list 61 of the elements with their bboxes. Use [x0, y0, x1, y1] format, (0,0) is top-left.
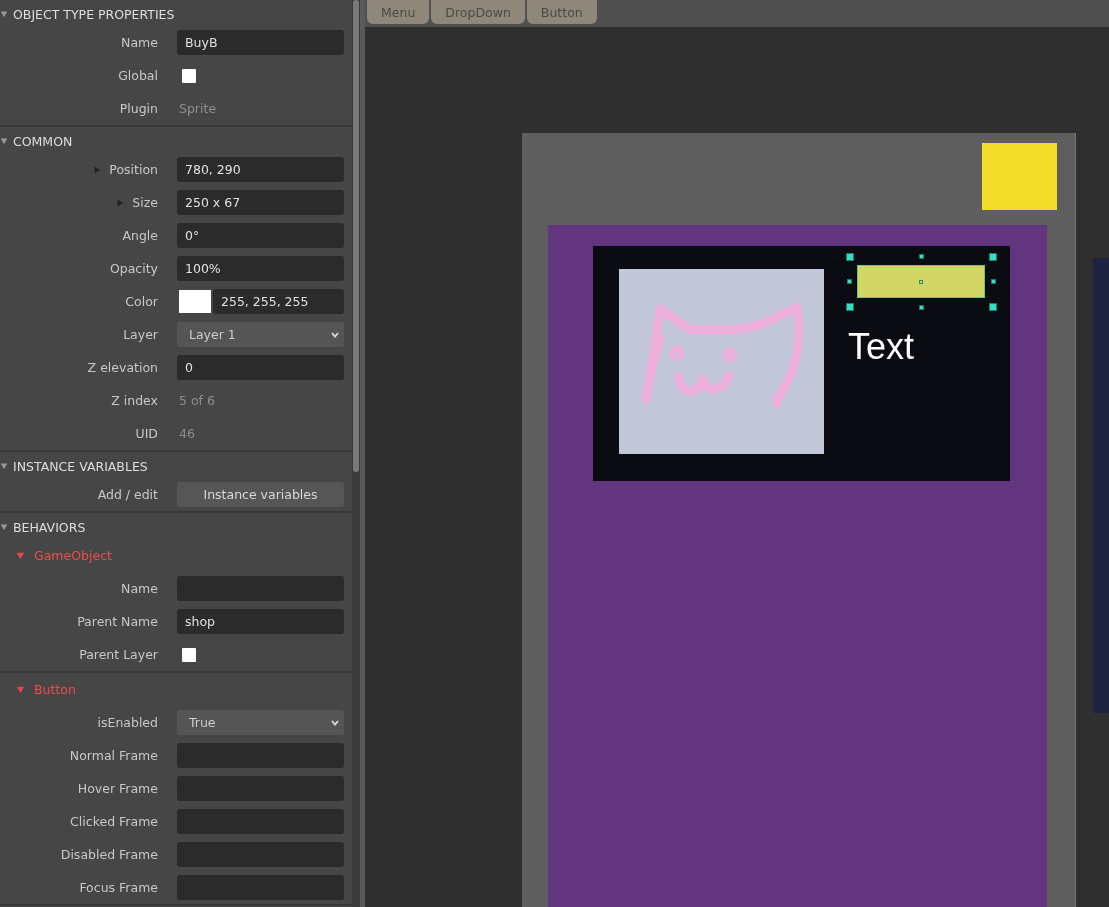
- color-swatch[interactable]: [179, 290, 211, 313]
- collapse-icon[interactable]: [16, 551, 25, 560]
- collapse-icon[interactable]: [0, 523, 8, 531]
- property-label: Add / edit: [97, 487, 158, 502]
- text-field[interactable]: [177, 776, 344, 801]
- text-field[interactable]: 250 x 67: [177, 190, 344, 215]
- property-label: Parent Name: [77, 614, 158, 629]
- text-field[interactable]: BuyB: [177, 30, 344, 55]
- section-header[interactable]: COMMON: [13, 133, 73, 149]
- property-label: Opacity: [109, 261, 158, 276]
- property-label: Parent Layer: [79, 647, 158, 662]
- checkbox[interactable]: [182, 647, 196, 662]
- dropdown[interactable]: Layer 1: [177, 322, 344, 347]
- property-label: isEnabled: [97, 715, 158, 730]
- expand-icon[interactable]: [93, 165, 102, 174]
- property-label: Z index: [111, 393, 158, 408]
- collapse-icon[interactable]: [16, 685, 25, 694]
- color-value-field[interactable]: 255, 255, 255: [213, 289, 344, 314]
- text-object: Text: [848, 326, 915, 368]
- property-label: Hover Frame: [77, 781, 158, 796]
- text-field[interactable]: shop: [177, 609, 344, 634]
- property-value: 46: [178, 426, 195, 441]
- text-field[interactable]: [177, 842, 344, 867]
- property-label: Name: [121, 35, 158, 50]
- property-label: Size: [132, 195, 158, 210]
- property-label: Disabled Frame: [60, 847, 158, 862]
- text-field[interactable]: 780, 290: [177, 157, 344, 182]
- text-field[interactable]: [177, 809, 344, 834]
- scrollbar[interactable]: [352, 0, 360, 907]
- property-label: Normal Frame: [69, 748, 158, 763]
- text-field[interactable]: [177, 576, 344, 601]
- text-field[interactable]: [177, 743, 344, 768]
- expand-icon[interactable]: [116, 198, 125, 207]
- property-label: Angle: [122, 228, 158, 243]
- property-label: Clicked Frame: [70, 814, 158, 829]
- property-label: Layer: [123, 327, 158, 342]
- collapse-icon[interactable]: [0, 462, 8, 470]
- collapse-icon[interactable]: [0, 10, 8, 18]
- property-label: Plugin: [119, 101, 158, 116]
- text-field[interactable]: [177, 875, 344, 900]
- instance-variables-button[interactable]: Instance variables: [177, 482, 344, 507]
- collapse-icon[interactable]: [0, 137, 8, 145]
- property-label: Position: [109, 162, 158, 177]
- section-header[interactable]: BEHAVIORS: [13, 519, 86, 535]
- section-header[interactable]: INSTANCE VARIABLES: [13, 458, 148, 474]
- property-label: Global: [118, 68, 158, 83]
- property-label: Focus Frame: [79, 880, 158, 895]
- property-label: Name: [121, 581, 158, 596]
- property-value: 5 of 6: [178, 393, 215, 408]
- property-label: UID: [135, 426, 158, 441]
- scrollbar-thumb[interactable]: [353, 0, 359, 472]
- text-field[interactable]: 0°: [177, 223, 344, 248]
- text-field[interactable]: 100%: [177, 256, 344, 281]
- dropdown[interactable]: True: [177, 710, 344, 735]
- property-label: Color: [125, 294, 158, 309]
- property-label: Z elevation: [87, 360, 158, 375]
- selection-handles[interactable]: [846, 253, 997, 311]
- section-header[interactable]: OBJECT TYPE PROPERTIES: [13, 6, 175, 22]
- property-value: Sprite: [178, 101, 217, 116]
- text-field[interactable]: 0: [177, 355, 344, 380]
- checkbox[interactable]: [182, 68, 196, 83]
